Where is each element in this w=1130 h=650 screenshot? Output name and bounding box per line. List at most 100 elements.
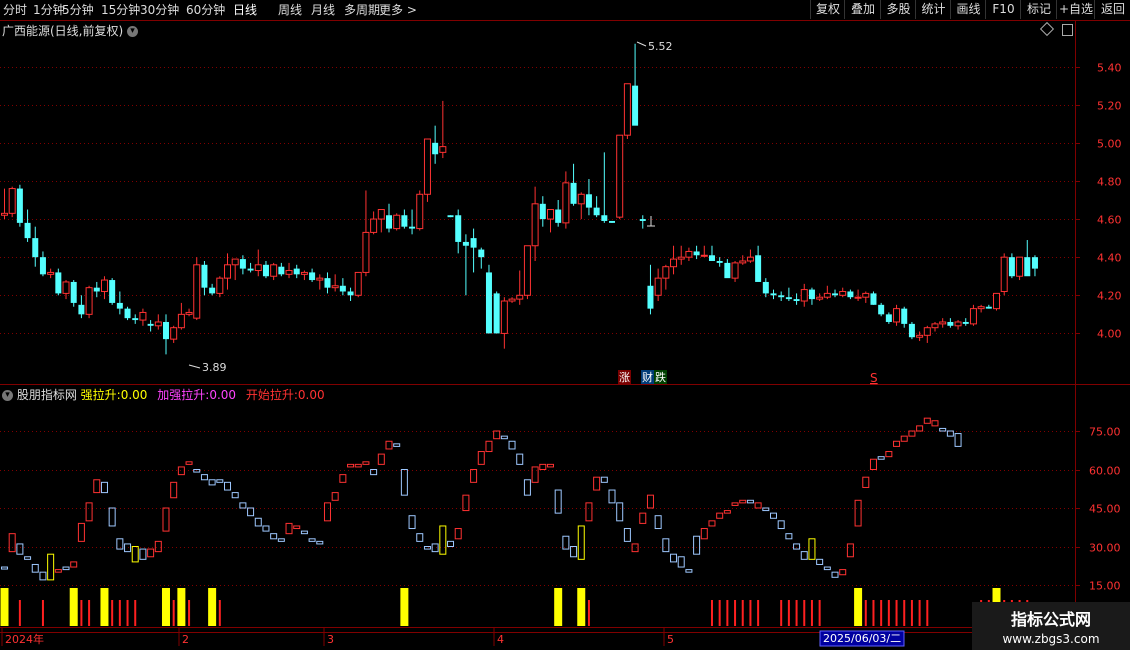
signal-bar	[903, 600, 906, 626]
indicator-axis-label: 15.00	[1089, 580, 1121, 593]
indicator-bar	[385, 440, 393, 450]
indicator-bar	[923, 417, 931, 424]
candle-body	[639, 219, 646, 221]
candle-body	[700, 254, 708, 257]
indicator-bar	[762, 507, 770, 512]
signal-bar	[741, 600, 744, 626]
indicator-bar	[477, 451, 485, 465]
candle-body	[39, 257, 46, 275]
indicator-axis-label: 30.00	[1089, 542, 1121, 555]
candle-body	[539, 203, 546, 220]
indicator-bar	[85, 502, 93, 522]
signal-bar	[126, 600, 129, 626]
candle-body	[523, 245, 531, 296]
indicator-bar	[593, 476, 601, 491]
s3-value: 0.00	[297, 388, 325, 402]
signal-bar	[734, 600, 737, 626]
indicator-bar	[154, 540, 162, 553]
date-axis-label: 3	[327, 633, 334, 646]
stock-title[interactable]: 广西能源(日线,前复权) ▾	[2, 22, 139, 39]
candle-body	[593, 207, 600, 216]
candle-body	[662, 266, 670, 279]
candle-body	[808, 289, 815, 300]
candle-body	[331, 285, 339, 289]
signal-bar	[80, 600, 83, 626]
candle-body	[969, 308, 977, 325]
chevron-down-icon[interactable]: ▾	[127, 26, 139, 37]
indicator-name: 股朋指标网	[16, 388, 77, 402]
indicator-bar	[570, 546, 578, 558]
s1-label: 强拉升:	[80, 388, 121, 402]
event-s-label: S	[870, 371, 878, 385]
candle-body	[32, 238, 39, 258]
signal-bar	[18, 600, 21, 626]
indicator-bar	[377, 453, 385, 465]
indicator-bar	[39, 571, 47, 581]
indicator-bar	[900, 435, 908, 442]
candle-body	[285, 270, 293, 275]
candle-body	[947, 321, 954, 326]
s3-label: 开始拉升:	[245, 388, 298, 402]
signal-bar	[803, 600, 806, 626]
high-arrow	[636, 41, 647, 47]
indicator-bar	[931, 420, 939, 427]
indicator-bar	[323, 502, 331, 522]
candle-body	[577, 193, 585, 205]
indicator-bar	[754, 502, 762, 509]
candle-body	[508, 298, 516, 302]
indicator-bar	[316, 540, 324, 545]
candle-body	[908, 323, 915, 338]
candle-body	[432, 142, 439, 155]
candle-body	[147, 323, 154, 326]
candle-body	[447, 215, 454, 218]
date-axis-label: 2024年	[5, 632, 44, 646]
candle-body	[170, 327, 178, 340]
low-price-label: 3.89	[202, 361, 227, 374]
candle-body	[324, 278, 331, 288]
candle-body	[185, 311, 193, 315]
price-axis-label: 5.40	[1097, 62, 1122, 75]
panel-toggle-icon[interactable]	[1062, 24, 1073, 36]
event-badge-text: 涨	[619, 371, 630, 384]
price-axis-label: 5.20	[1097, 100, 1122, 113]
candle-body	[531, 203, 539, 247]
signal-bar	[864, 600, 867, 626]
settings-icon[interactable]: ▾	[2, 390, 13, 401]
indicator-bar	[785, 533, 793, 540]
candle-body	[708, 255, 715, 261]
indicator-bar	[723, 510, 731, 514]
candle-body	[623, 83, 631, 136]
candle-body	[1, 212, 8, 216]
indicator-bar	[254, 517, 262, 527]
candle-body	[224, 264, 232, 279]
candle-body	[693, 251, 700, 256]
candle-body	[262, 264, 269, 277]
candle-body	[916, 334, 924, 338]
candle-body	[762, 281, 769, 294]
candle-body	[677, 256, 685, 260]
high-price-label: 5.52	[648, 40, 673, 53]
indicator-bar	[869, 458, 877, 471]
indicator-axis-label: 60.00	[1089, 465, 1121, 478]
indicator-bar	[370, 469, 378, 476]
indicator-bar	[431, 543, 439, 553]
signal-bar	[587, 600, 590, 626]
price-axis-label: 4.00	[1097, 328, 1122, 341]
indicator-bar	[347, 463, 355, 468]
indicator-bar	[585, 502, 593, 522]
indicator-bar	[239, 502, 247, 509]
indicator-bar	[662, 538, 670, 553]
candle-body	[455, 215, 462, 242]
signal-bar	[718, 600, 721, 626]
candle-body	[177, 313, 185, 329]
candle-body	[823, 292, 831, 298]
indicator-bar	[485, 440, 493, 453]
candle-body	[901, 308, 908, 324]
candle-body	[632, 85, 639, 126]
indicator-bar	[493, 430, 501, 440]
indicator-bar	[131, 546, 139, 563]
indicator-bar	[939, 427, 947, 432]
signal-bar	[188, 600, 191, 626]
indicator-bar	[93, 479, 101, 494]
indicator-axis-label: 45.00	[1089, 503, 1121, 516]
